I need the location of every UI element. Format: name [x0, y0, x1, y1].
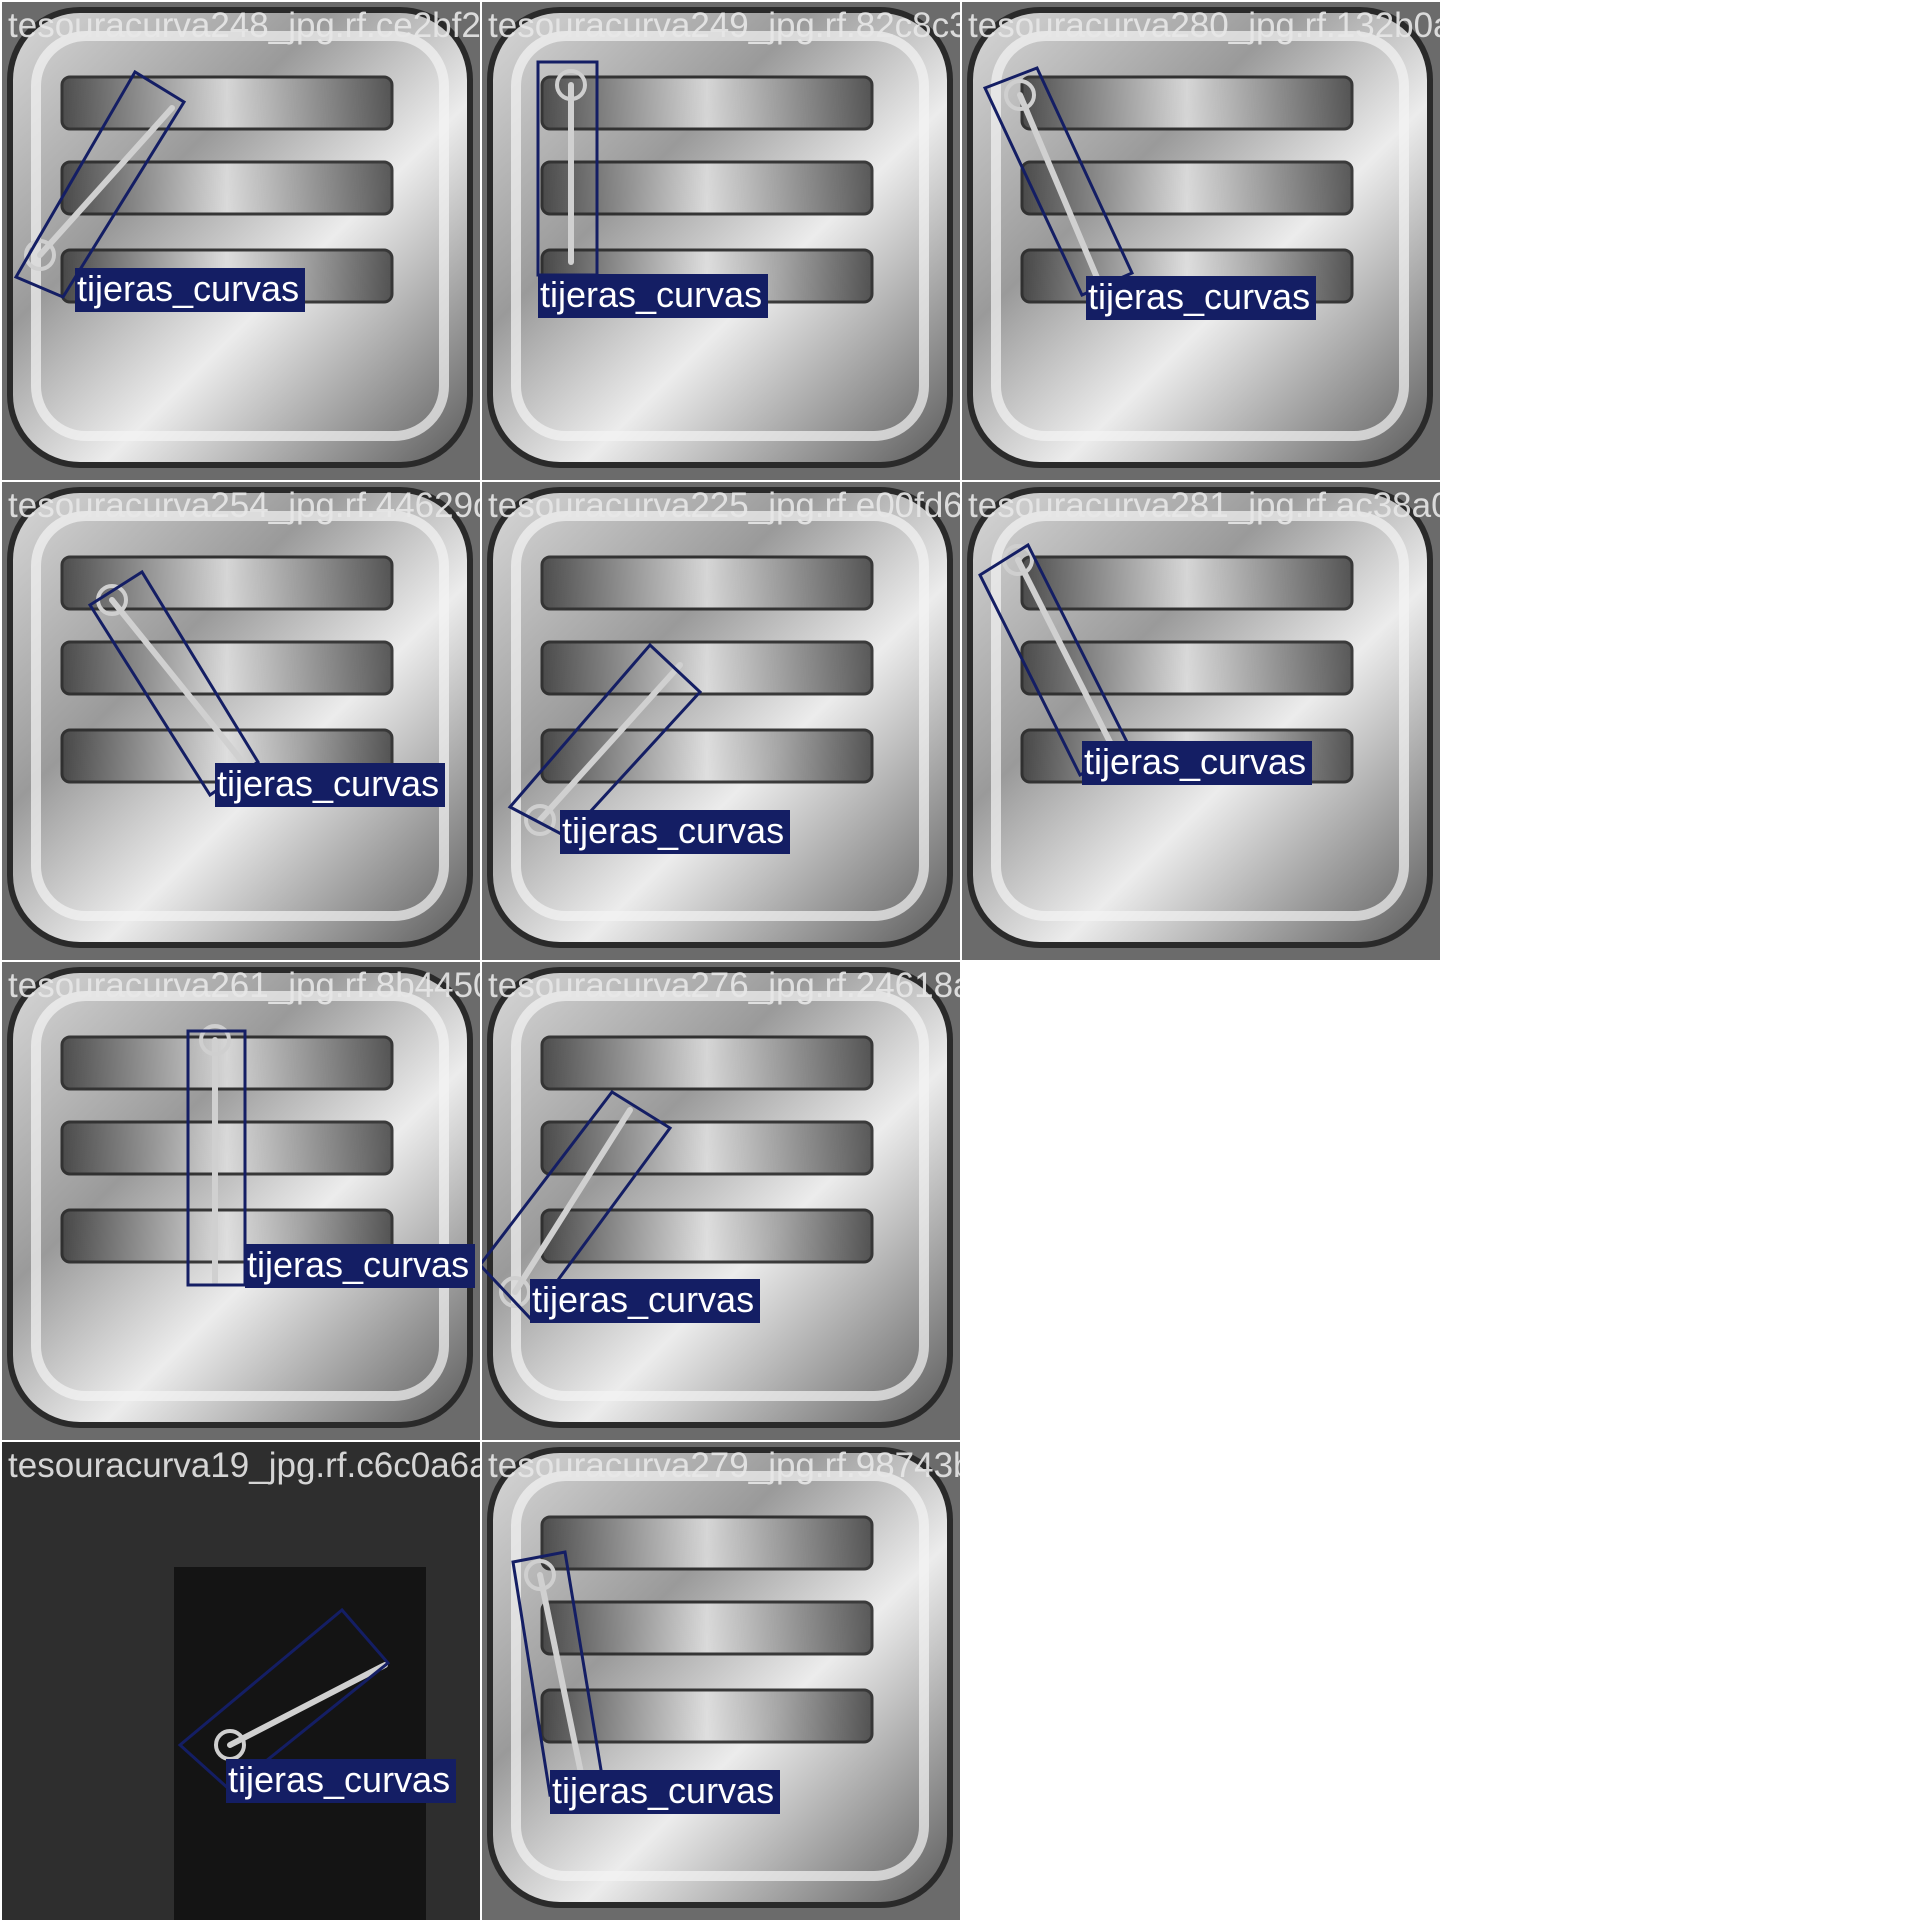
tray-slot [60, 640, 394, 696]
tray-slot [540, 1515, 874, 1571]
detection-label: tijeras_curvas [530, 1279, 761, 1323]
detection-label: tijeras_curvas [560, 810, 791, 854]
image-tile: tesouracurva254_jpg.rf.44629d90a26b0225t… [2, 482, 480, 960]
tray-slot [1020, 75, 1354, 131]
tile-scene [962, 2, 1440, 480]
image-tile: tesouracurva276_jpg.rf.24618a6fbf0e745fc… [482, 962, 960, 1440]
detection-label: tijeras_curvas [226, 1759, 457, 1803]
tray-slot [540, 1035, 874, 1091]
image-tile: tesouracurva249_jpg.rf.82c8c3c012ff6a1c6… [482, 2, 960, 480]
detection-label: tijeras_curvas [550, 1770, 781, 1814]
tile-filename: tesouracurva19_jpg.rf.c6c0a6abf1820f67a2… [8, 1446, 480, 1485]
detection-label: tijeras_curvas [245, 1244, 476, 1288]
image-tile: tesouracurva279_jpg.rf.98743bf4033fa5f2b… [482, 1442, 960, 1920]
tray-slot [60, 160, 394, 216]
tile-filename: tesouracurva280_jpg.rf.132b0a69e7343b788 [968, 6, 1440, 45]
tray-slot [1020, 555, 1354, 611]
image-tile: tesouracurva19_jpg.rf.c6c0a6abf1820f67a2… [2, 1442, 480, 1920]
tile-filename: tesouracurva248_jpg.rf.ce2bf2b802bc4b242… [8, 6, 480, 45]
tray-slot [540, 1600, 874, 1656]
tile-filename: tesouracurva249_jpg.rf.82c8c3c012ff6a1c6… [488, 6, 960, 45]
detection-label: tijeras_curvas [1086, 276, 1317, 320]
tile-scene [482, 2, 960, 480]
image-tile: tesouracurva261_jpg.rf.8b445022f3fbc6727… [2, 962, 480, 1440]
detection-label: tijeras_curvas [1082, 741, 1313, 785]
tile-filename: tesouracurva225_jpg.rf.e00fd69dea7ea4a28… [488, 486, 960, 525]
tile-scene [482, 482, 960, 960]
tile-scene [962, 482, 1440, 960]
tray-slot [540, 640, 874, 696]
tile-filename: tesouracurva279_jpg.rf.98743bf4033fa5f2b [488, 1446, 960, 1485]
tile-scene [2, 2, 480, 480]
dark-mat [174, 1567, 426, 1920]
tray-slot [540, 728, 874, 784]
tile-scene [2, 482, 480, 960]
detection-label: tijeras_curvas [75, 268, 306, 312]
image-tile: tesouracurva248_jpg.rf.ce2bf2b802bc4b242… [2, 2, 480, 480]
tile-filename: tesouracurva276_jpg.rf.24618a6fbf0e745fc [488, 966, 960, 1005]
mosaic-grid: tesouracurva248_jpg.rf.ce2bf2b802bc4b242… [0, 0, 1920, 1920]
detection-label: tijeras_curvas [538, 274, 769, 318]
tray-slot [1020, 160, 1354, 216]
tray-slot [540, 160, 874, 216]
image-tile: tesouracurva280_jpg.rf.132b0a69e7343b788… [962, 2, 1440, 480]
tray-slot [60, 75, 394, 131]
image-tile: tesouracurva225_jpg.rf.e00fd69dea7ea4a28… [482, 482, 960, 960]
tray-slot [540, 555, 874, 611]
tile-filename: tesouracurva281_jpg.rf.ac38a0f37896eea7b [968, 486, 1440, 525]
tray-slot [60, 1120, 394, 1176]
tile-scene [2, 962, 480, 1440]
tile-filename: tesouracurva254_jpg.rf.44629d90a26b0225 [8, 486, 480, 525]
tile-scene [482, 962, 960, 1440]
tile-filename: tesouracurva261_jpg.rf.8b445022f3fbc6727… [8, 966, 480, 1005]
image-tile: tesouracurva281_jpg.rf.ac38a0f37896eea7b… [962, 482, 1440, 960]
tray-slot [540, 75, 874, 131]
tile-scene [2, 1442, 480, 1920]
detection-label: tijeras_curvas [215, 763, 446, 807]
tile-scene [482, 1442, 960, 1920]
